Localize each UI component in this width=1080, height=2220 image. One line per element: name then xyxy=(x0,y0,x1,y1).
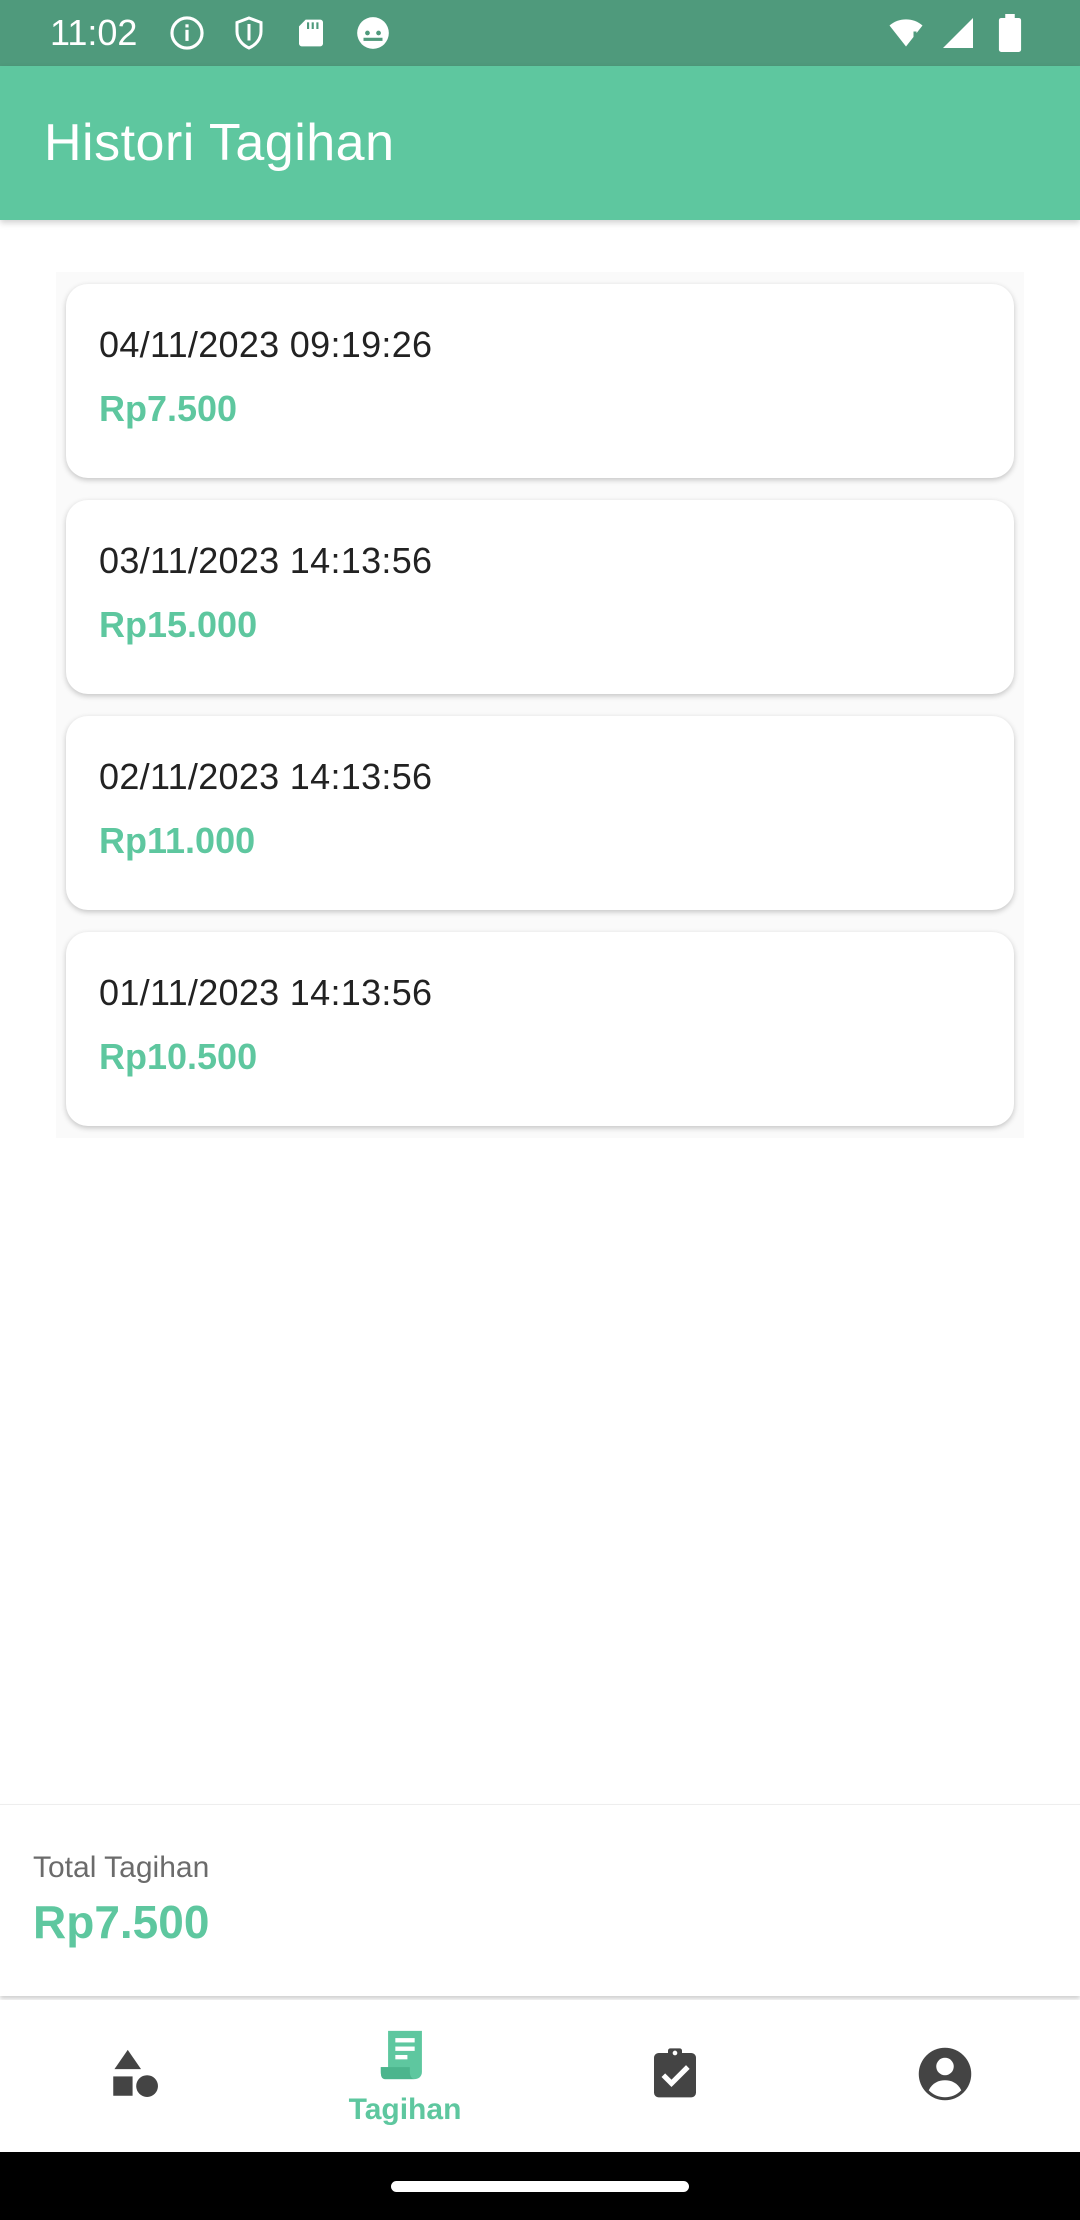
nav-item-tasks[interactable] xyxy=(540,2000,810,2152)
bill-amount: Rp10.500 xyxy=(99,1036,258,1077)
bill-date: 04/11/2023 09:19:26 xyxy=(99,324,433,365)
app-bar: Histori Tagihan xyxy=(0,66,1080,220)
page-title: Histori Tagihan xyxy=(44,114,395,172)
android-icon xyxy=(353,13,393,53)
status-icons-left xyxy=(167,13,393,53)
bill-date: 03/11/2023 14:13:56 xyxy=(99,540,433,581)
bill-card[interactable]: 02/11/2023 14:13:56 Rp11.000 xyxy=(66,716,1014,910)
nav-item-tagihan[interactable]: Tagihan xyxy=(270,2000,540,2152)
bill-card[interactable]: 03/11/2023 14:13:56 Rp15.000 xyxy=(66,500,1014,694)
bottom-navigation: Tagihan xyxy=(0,2000,1080,2152)
system-navigation-bar xyxy=(0,2152,1080,2220)
signal-icon xyxy=(938,13,978,53)
status-icons-right xyxy=(886,13,1030,53)
bill-date: 02/11/2023 14:13:56 xyxy=(99,756,433,797)
nav-label-tagihan: Tagihan xyxy=(348,2092,462,2126)
assignment-check-icon xyxy=(647,2046,703,2107)
account-circle-icon xyxy=(915,2044,975,2109)
screen: 11:02 Histori Tagihan 04/11/2023 09:19:2… xyxy=(0,0,1080,2220)
total-label: Total Tagihan xyxy=(33,1851,210,1884)
bill-card[interactable]: 04/11/2023 09:19:26 Rp7.500 xyxy=(66,284,1014,478)
home-gesture-bar[interactable] xyxy=(391,2180,689,2192)
category-icon xyxy=(106,2045,164,2108)
bill-amount: Rp7.500 xyxy=(99,388,238,429)
battery-icon xyxy=(990,13,1030,53)
bill-history-list[interactable]: 04/11/2023 09:19:26 Rp7.500 03/11/2023 1… xyxy=(56,272,1024,1138)
nav-item-home[interactable] xyxy=(0,2000,270,2152)
bill-amount: Rp15.000 xyxy=(99,604,258,645)
sd-card-icon xyxy=(291,13,331,53)
info-icon xyxy=(167,13,207,53)
wifi-icon xyxy=(886,13,926,53)
shield-icon xyxy=(229,13,269,53)
bill-card[interactable]: 01/11/2023 14:13:56 Rp10.500 xyxy=(66,932,1014,1126)
bill-date: 01/11/2023 14:13:56 xyxy=(99,972,433,1013)
total-value: Rp7.500 xyxy=(33,1896,210,1948)
status-bar: 11:02 xyxy=(0,0,1080,66)
receipt-icon xyxy=(376,2026,434,2089)
status-time: 11:02 xyxy=(50,12,138,53)
nav-item-profile[interactable] xyxy=(810,2000,1080,2152)
total-panel: Total Tagihan Rp7.500 xyxy=(0,1804,1080,1996)
bill-amount: Rp11.000 xyxy=(99,820,256,861)
